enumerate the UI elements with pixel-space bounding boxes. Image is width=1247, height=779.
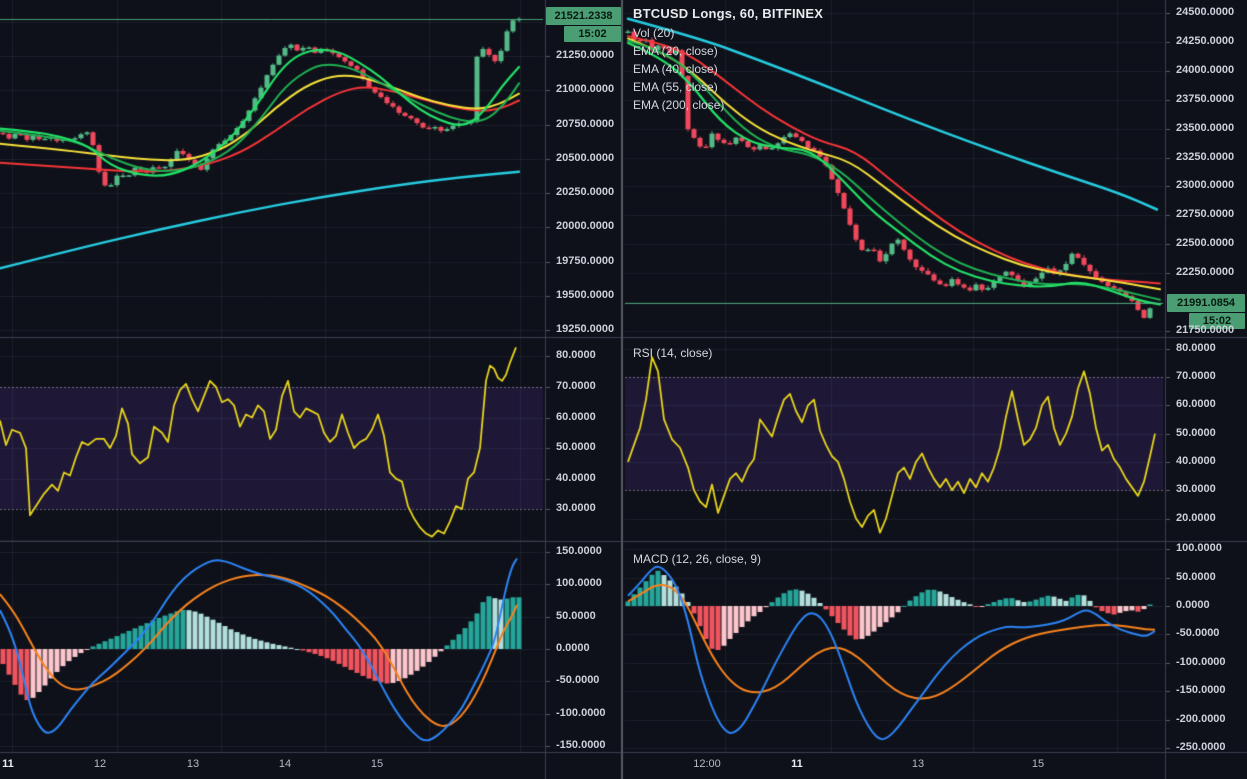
tradingview-split-layout: { "right_chart_header": { "title": "BTCU… <box>0 0 1247 779</box>
charts-canvas[interactable] <box>0 0 1247 779</box>
